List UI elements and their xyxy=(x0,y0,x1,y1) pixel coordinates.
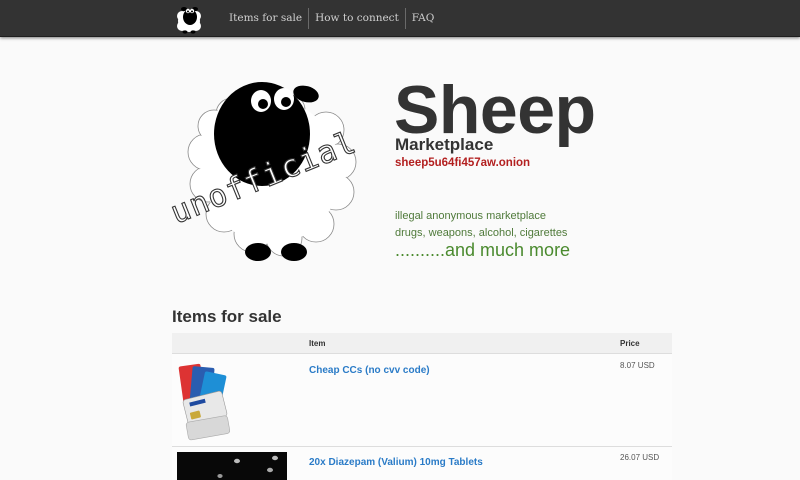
site-subtitle: Marketplace xyxy=(395,135,494,154)
table-row: 20x Diazepam (Valium) 10mg Tablets 26.07… xyxy=(172,447,672,480)
items-section-heading: Items for sale xyxy=(172,307,282,326)
nav-links: Items for sale How to connect FAQ xyxy=(223,0,440,37)
column-header-price: Price xyxy=(620,339,640,348)
onion-address: sheep5u64fi457aw.onion xyxy=(395,157,531,169)
tagline-line-1: illegal anonymous marketplace xyxy=(395,210,547,222)
tagline-line-2: drugs, weapons, alcohol, cigarettes xyxy=(395,227,568,239)
nav-link-how-to-connect[interactable]: How to connect xyxy=(309,8,405,29)
column-header-item: Item xyxy=(309,339,326,348)
item-link[interactable]: Cheap CCs (no cvv code) xyxy=(309,365,430,376)
nav-link-items-for-sale[interactable]: Items for sale xyxy=(223,8,308,29)
sheep-logo-icon[interactable] xyxy=(174,3,204,34)
tagline-more: ..........and much more xyxy=(395,240,571,260)
item-price: 26.07 USD xyxy=(620,453,660,462)
items-table: Item Price Cheap CCs (no cvv code) 8.07 … xyxy=(172,333,672,480)
top-navbar: Items for sale How to connect FAQ xyxy=(0,0,800,37)
tablets-image[interactable] xyxy=(177,452,287,480)
nav-link-faq[interactable]: FAQ xyxy=(406,8,441,29)
item-link[interactable]: 20x Diazepam (Valium) 10mg Tablets xyxy=(309,457,483,468)
credit-cards-image[interactable] xyxy=(177,359,237,441)
item-price: 8.07 USD xyxy=(620,361,655,370)
sheep-mascot-illustration: unofficial xyxy=(165,74,386,268)
table-header: Item Price xyxy=(172,333,672,354)
table-row: Cheap CCs (no cvv code) 8.07 USD xyxy=(172,354,672,447)
